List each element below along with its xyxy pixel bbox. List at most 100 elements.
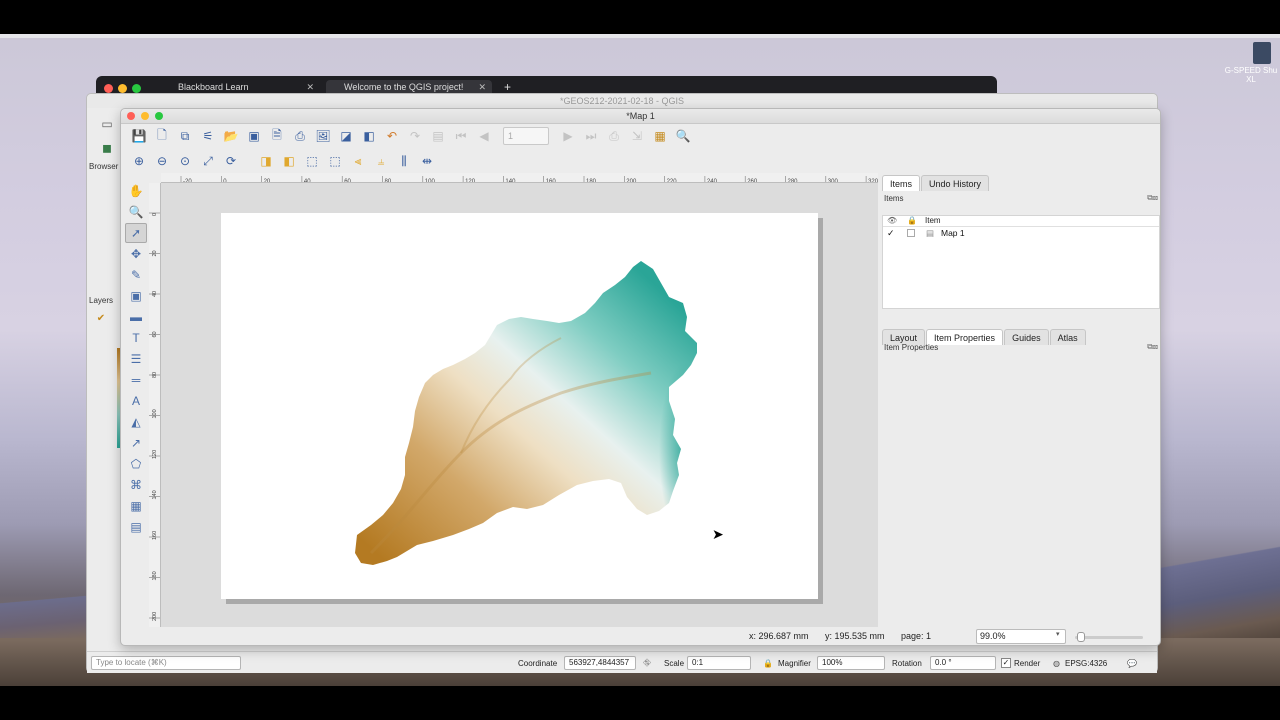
render-checkbox[interactable]: ✓ [1001,658,1011,668]
export-atlas-icon[interactable]: ⇲ [627,126,647,146]
item-visible-checkbox[interactable]: ✓ [887,228,895,239]
drive-icon[interactable] [1253,42,1271,64]
add-fixed-table-icon[interactable]: ▤ [125,517,147,537]
crs-button[interactable]: EPSG:4326 [1065,657,1107,670]
zoom-in-icon[interactable]: ⊕ [129,151,149,171]
atlas-preview-icon[interactable]: 🔍 [673,126,693,146]
zoom-tool-icon[interactable]: 🔍 [125,202,147,222]
layout-close-icon[interactable] [127,112,135,120]
pan-icon[interactable]: ✋ [125,181,147,201]
close-tab-icon[interactable]: ✕ [478,80,486,94]
refresh-icon[interactable]: ⟳ [221,151,241,171]
move-content-icon[interactable]: ✥ [125,244,147,264]
qgis-left-dock: ▭ ◼ Browser Layers ✔ [87,108,123,648]
tab-atlas[interactable]: Atlas [1049,329,1086,345]
list-item[interactable]: ✓ ▤ Map 1 [883,227,1159,239]
layout-zoom-icon[interactable] [155,112,163,120]
resize-icon[interactable]: ⇹ [417,151,437,171]
undo-icon[interactable]: ↶ [382,126,402,146]
add-shape-icon[interactable]: ◭ [125,412,147,432]
layers-panel-label: Layers [89,296,114,305]
save-icon[interactable]: 💾 [129,126,149,146]
data-source-manager-icon[interactable]: ◼ [97,138,117,158]
tab-undo-history[interactable]: Undo History [921,175,990,191]
add-html-icon[interactable]: ⌘ [125,475,147,495]
layout-canvas[interactable]: ➤ [161,183,878,627]
items-dock-buttons[interactable]: ⧉⊠ [1147,193,1158,203]
group-items-icon[interactable]: ⬚ [302,151,322,171]
toggle-extents-icon[interactable]: ⛗ [643,657,651,670]
rotation-field[interactable]: 0.0 ° [930,656,996,670]
zoom-slider[interactable] [1075,636,1143,639]
magnifier-field[interactable]: 100% [817,656,885,670]
add-arrow-icon[interactable]: ↗ [125,433,147,453]
add-polygon-icon[interactable]: ⬠ [125,454,147,474]
properties-dock-buttons[interactable]: ⧉⊠ [1147,342,1158,352]
close-tab-icon[interactable]: ✕ [306,80,314,94]
zoom-out-icon[interactable]: ⊖ [152,151,172,171]
align-left-icon[interactable]: ⫷ [348,151,368,171]
print-atlas-icon[interactable]: ⎙ [604,126,624,146]
zoom-full-icon[interactable]: ⤢ [198,151,218,171]
save-template-icon[interactable]: ▣ [244,126,264,146]
globe-icon[interactable]: ◍ [1053,657,1060,670]
add-map-icon[interactable]: ▣ [125,286,147,306]
map-item[interactable] [221,213,818,599]
add-label-icon[interactable]: T [125,328,147,348]
layout-page[interactable]: ➤ [221,213,818,599]
atlas-settings-icon[interactable]: ▤ [428,126,448,146]
close-icon[interactable] [104,84,113,93]
add-scalebar-icon[interactable]: ═ [125,370,147,390]
messages-icon[interactable]: 💬 [1127,657,1137,670]
zoom-combo[interactable]: 99.0% [976,629,1066,644]
style-icon[interactable]: ✔ [91,308,111,328]
page-setup-icon[interactable]: 🗎 [267,126,287,146]
add-picture-icon[interactable]: ▬ [125,307,147,327]
coordinate-field[interactable]: 563927,4844357 [564,656,636,670]
tab-guides[interactable]: Guides [1004,329,1049,345]
ungroup-items-icon[interactable]: ⬚ [325,151,345,171]
tab-items[interactable]: Items [882,175,921,191]
add-north-arrow-icon[interactable]: A [125,391,147,411]
new-layout-icon[interactable]: 🗋 [152,126,172,146]
raise-items-icon[interactable]: ◨ [256,151,276,171]
new-project-icon[interactable]: ▭ [97,114,117,134]
zoom-slider-handle[interactable] [1077,632,1085,642]
atlas-page-input[interactable]: 1 [503,127,549,145]
zoom-icon[interactable] [132,84,141,93]
open-template-icon[interactable]: 📂 [221,126,241,146]
report-icon[interactable]: ▦ [650,126,670,146]
page-indicator: page: 1 [901,631,932,641]
ruler-label: 80 [152,372,158,378]
export-image-icon[interactable]: 🖼 [313,126,333,146]
last-feature-icon[interactable]: ⏭ [581,126,601,146]
layout-manager-icon[interactable]: ⚟ [198,126,218,146]
lower-items-icon[interactable]: ◧ [279,151,299,171]
duplicate-layout-icon[interactable]: ⧉ [175,126,195,146]
minimize-icon[interactable] [118,84,127,93]
locate-search-input[interactable]: Type to locate (⌘K) [91,656,241,670]
next-feature-icon[interactable]: ▶ [558,126,578,146]
edit-nodes-icon[interactable]: ✎ [125,265,147,285]
redo-icon[interactable]: ↷ [405,126,425,146]
lock-column-icon[interactable]: 🔒 [907,216,917,225]
add-attribute-table-icon[interactable]: ▦ [125,496,147,516]
previous-feature-icon[interactable]: ◀ [474,126,494,146]
align-bottom-icon[interactable]: ⫨ [371,151,391,171]
layout-minimize-icon[interactable] [141,112,149,120]
lock-icon[interactable]: 🔒 [763,657,773,670]
print-icon[interactable]: ⎙ [290,126,310,146]
export-pdf-icon[interactable]: ◧ [359,126,379,146]
export-svg-icon[interactable]: ◪ [336,126,356,146]
distribute-icon[interactable]: ⫼ [394,151,414,171]
visibility-column-icon[interactable]: 👁 [887,216,897,225]
item-lock-checkbox[interactable] [907,229,915,237]
select-move-icon[interactable]: ➚ [125,223,147,243]
ruler-label: 0 [152,213,158,216]
zoom-100-icon[interactable]: ⊙ [175,151,195,171]
scale-field[interactable]: 0:1 [687,656,751,670]
first-feature-icon[interactable]: ⏮ [451,126,471,146]
add-legend-icon[interactable]: ☰ [125,349,147,369]
drive-label: G-SPEED Shu XL [1224,66,1278,84]
chevron-down-icon[interactable]: ▾ [1056,630,1060,638]
